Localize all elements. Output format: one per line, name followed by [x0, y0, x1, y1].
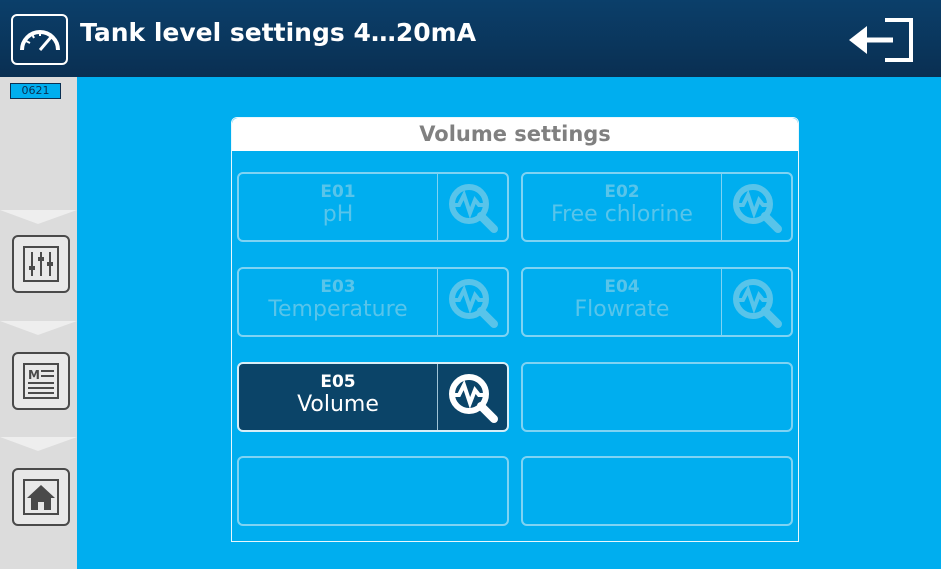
volume-settings-panel: Volume settings E01 pH E02 Free chlorine E…: [231, 117, 799, 542]
tile-label: pH: [322, 202, 354, 227]
tile-label: Free chlorine: [551, 202, 693, 227]
gauge-icon[interactable]: [11, 14, 68, 65]
tile-code: E04: [604, 277, 640, 297]
tile-e05[interactable]: E05 Volume: [237, 362, 509, 432]
tile-code: E05: [320, 372, 356, 392]
tile-code: E01: [320, 182, 356, 202]
tile-e02[interactable]: E02 Free chlorine: [521, 172, 793, 242]
tile-e01[interactable]: E01 pH: [237, 172, 509, 242]
divider: [0, 210, 77, 224]
page-title: Tank level settings 4…20mA: [80, 18, 477, 47]
tile-empty: [237, 456, 509, 526]
header-bar: Tank level settings 4…20mA: [0, 0, 941, 77]
screen-code: 0621: [10, 83, 61, 99]
tile-e04[interactable]: E04 Flowrate: [521, 267, 793, 337]
home-button[interactable]: [12, 468, 70, 526]
menu-list-button[interactable]: M: [12, 352, 70, 410]
graph-magnifier-icon[interactable]: [444, 180, 502, 236]
tile-code: E02: [604, 182, 640, 202]
tile-code: E03: [320, 277, 356, 297]
divider: [0, 321, 77, 335]
exit-icon[interactable]: [845, 17, 915, 63]
graph-magnifier-icon[interactable]: [728, 180, 786, 236]
graph-magnifier-icon[interactable]: [444, 370, 502, 426]
graph-magnifier-icon[interactable]: [728, 275, 786, 331]
tile-e03[interactable]: E03 Temperature: [237, 267, 509, 337]
home-icon: [23, 479, 59, 515]
tile-label: Volume: [297, 392, 379, 417]
screen: Tank level settings 4…20mA 0621 M Volume…: [0, 0, 941, 569]
tile-empty: [521, 362, 793, 432]
panel-title: Volume settings: [232, 118, 798, 151]
tile-empty: [521, 456, 793, 526]
tile-label: Flowrate: [574, 297, 670, 322]
divider: [0, 437, 77, 451]
svg-text:M: M: [28, 368, 40, 382]
menu-list-icon: M: [23, 363, 59, 399]
sliders-button[interactable]: [12, 235, 70, 293]
sliders-icon: [23, 246, 59, 282]
sidebar: 0621 M: [0, 77, 77, 569]
graph-magnifier-icon[interactable]: [444, 275, 502, 331]
tile-label: Temperature: [268, 297, 408, 322]
